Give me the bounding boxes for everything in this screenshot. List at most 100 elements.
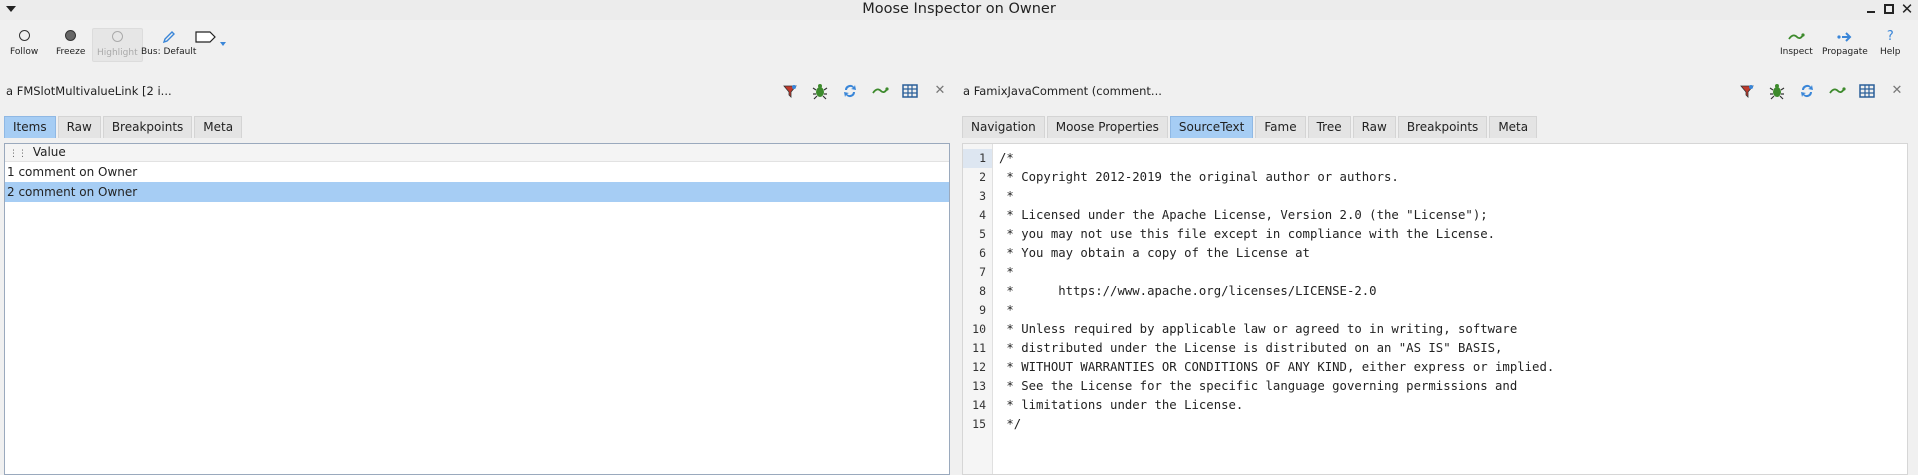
- code-line: *: [999, 303, 1014, 317]
- inspect-icon[interactable]: [1828, 82, 1846, 100]
- right-pane-header: a FamixJavaComment (comment... ✕: [963, 80, 1913, 102]
- tab-breakpoints[interactable]: Breakpoints: [102, 116, 193, 138]
- help-icon: ?: [1886, 29, 1894, 44]
- window-title: Moose Inspector on Owner: [862, 1, 1056, 17]
- code-line: * you may not use this file except in co…: [999, 227, 1496, 241]
- close-icon[interactable]: ✕: [1888, 82, 1906, 100]
- right-pane-actions: ✕: [1738, 82, 1906, 100]
- code-line: *: [999, 189, 1014, 203]
- title-bar: Moose Inspector on Owner ✕: [0, 0, 1918, 20]
- inspect-icon: [1780, 30, 1813, 44]
- left-pane-actions: ✕: [781, 82, 949, 100]
- column-grip-icon[interactable]: ⋮⋮: [9, 149, 27, 159]
- propagate-button[interactable]: Propagate: [1822, 30, 1868, 57]
- tag-dropdown[interactable]: [195, 30, 226, 47]
- filter-icon[interactable]: [1738, 82, 1756, 100]
- line-number: 1: [963, 149, 992, 168]
- refresh-icon[interactable]: [841, 82, 859, 100]
- table-header: ⋮⋮ Value: [5, 144, 949, 162]
- tab-raw[interactable]: Raw: [1352, 116, 1396, 138]
- propagate-label: Propagate: [1822, 47, 1868, 57]
- freeze-button[interactable]: Freeze: [56, 30, 85, 57]
- left-tabs: Items Raw Breakpoints Meta: [4, 116, 243, 138]
- minimize-icon[interactable]: [1864, 2, 1878, 16]
- code-line: * See the License for the specific langu…: [999, 379, 1518, 393]
- tab-fame[interactable]: Fame: [1255, 116, 1306, 138]
- tag-icon: [195, 30, 217, 44]
- tab-breakpoints[interactable]: Breakpoints: [1397, 116, 1488, 138]
- highlight-label: Highlight: [97, 48, 138, 58]
- table-icon[interactable]: [901, 82, 919, 100]
- highlight-icon: [97, 31, 138, 45]
- table-row[interactable]: 1 comment on Owner: [5, 162, 949, 182]
- tab-sourcetext[interactable]: SourceText: [1169, 116, 1254, 138]
- inspect-label: Inspect: [1780, 47, 1813, 57]
- highlight-button[interactable]: Highlight: [92, 28, 143, 62]
- filter-icon[interactable]: [781, 82, 799, 100]
- line-number: 2: [979, 170, 986, 184]
- follow-label: Follow: [10, 47, 39, 57]
- inspect-button[interactable]: Inspect: [1780, 30, 1813, 57]
- line-number: 8: [979, 284, 986, 298]
- code-line: /*: [999, 151, 1014, 165]
- code-line: */: [999, 417, 1022, 431]
- close-window-icon[interactable]: ✕: [1900, 2, 1914, 17]
- code-line: * You may obtain a copy of the License a…: [999, 246, 1310, 260]
- line-number: 3: [979, 189, 986, 203]
- source-text-editor[interactable]: 1 2 3 4 5 6 7 8 9 10 11 12 13 14 15 /* *…: [962, 143, 1908, 475]
- debug-icon[interactable]: [811, 82, 829, 100]
- debug-icon[interactable]: [1768, 82, 1786, 100]
- tab-tree[interactable]: Tree: [1307, 116, 1351, 138]
- table-icon[interactable]: [1858, 82, 1876, 100]
- chevron-down-icon: [219, 42, 226, 46]
- pencil-icon: [141, 30, 196, 44]
- follow-button[interactable]: Follow: [10, 30, 38, 57]
- line-number: 4: [979, 208, 986, 222]
- tab-raw[interactable]: Raw: [57, 116, 101, 138]
- help-label: Help: [1880, 47, 1901, 57]
- right-tabs: Navigation Moose Properties SourceText F…: [962, 116, 1538, 138]
- refresh-icon[interactable]: [1798, 82, 1816, 100]
- line-number: 11: [972, 341, 986, 355]
- line-number-gutter: 1 2 3 4 5 6 7 8 9 10 11 12 13 14 15: [963, 144, 993, 474]
- code-line: * Copyright 2012-2019 the original autho…: [999, 170, 1399, 184]
- code-line: * Unless required by applicable law or a…: [999, 322, 1518, 336]
- follow-icon: [10, 30, 38, 44]
- propagate-icon: [1822, 30, 1868, 44]
- items-table: ⋮⋮ Value 1 comment on Owner 2 comment on…: [4, 143, 950, 475]
- close-icon[interactable]: ✕: [931, 82, 949, 100]
- line-number: 7: [979, 265, 986, 279]
- code-line: * WITHOUT WARRANTIES OR CONDITIONS OF AN…: [999, 360, 1555, 374]
- line-number: 13: [972, 379, 986, 393]
- inspect-icon[interactable]: [871, 82, 889, 100]
- bus-button[interactable]: Bus: Default: [141, 30, 196, 57]
- freeze-label: Freeze: [56, 47, 86, 57]
- tab-moose-properties[interactable]: Moose Properties: [1046, 116, 1168, 138]
- code-line: * https://www.apache.org/licenses/LICENS…: [999, 284, 1377, 298]
- line-number: 10: [972, 322, 986, 336]
- left-pane-title: a FMSlotMultivalueLink [2 i...: [6, 84, 172, 98]
- tab-meta[interactable]: Meta: [194, 116, 243, 138]
- toolbar: Follow Freeze Highlight Bus: Default Ins…: [0, 20, 1918, 66]
- left-pane-header: a FMSlotMultivalueLink [2 i... ✕: [6, 80, 948, 102]
- code-line: *: [999, 265, 1014, 279]
- line-number: 12: [972, 360, 986, 374]
- help-button[interactable]: ? Help: [1880, 29, 1901, 58]
- code-line: * limitations under the License.: [999, 398, 1244, 412]
- tab-meta[interactable]: Meta: [1489, 116, 1538, 138]
- tab-navigation[interactable]: Navigation: [962, 116, 1045, 138]
- code-line: * Licensed under the Apache License, Ver…: [999, 208, 1488, 222]
- line-number: 9: [979, 303, 986, 317]
- line-number: 15: [972, 417, 986, 431]
- column-header-value[interactable]: Value: [33, 145, 66, 159]
- table-row-selected[interactable]: 2 comment on Owner: [5, 182, 949, 202]
- right-pane-title: a FamixJavaComment (comment...: [963, 84, 1162, 98]
- tab-items[interactable]: Items: [4, 116, 56, 138]
- freeze-icon: [56, 30, 85, 44]
- bus-label: Bus: Default: [141, 47, 197, 57]
- line-number: 14: [972, 398, 986, 412]
- line-number: 6: [979, 246, 986, 260]
- maximize-icon[interactable]: [1882, 2, 1896, 16]
- line-number: 5: [979, 227, 986, 241]
- code-area[interactable]: /* * Copyright 2012-2019 the original au…: [999, 144, 1907, 434]
